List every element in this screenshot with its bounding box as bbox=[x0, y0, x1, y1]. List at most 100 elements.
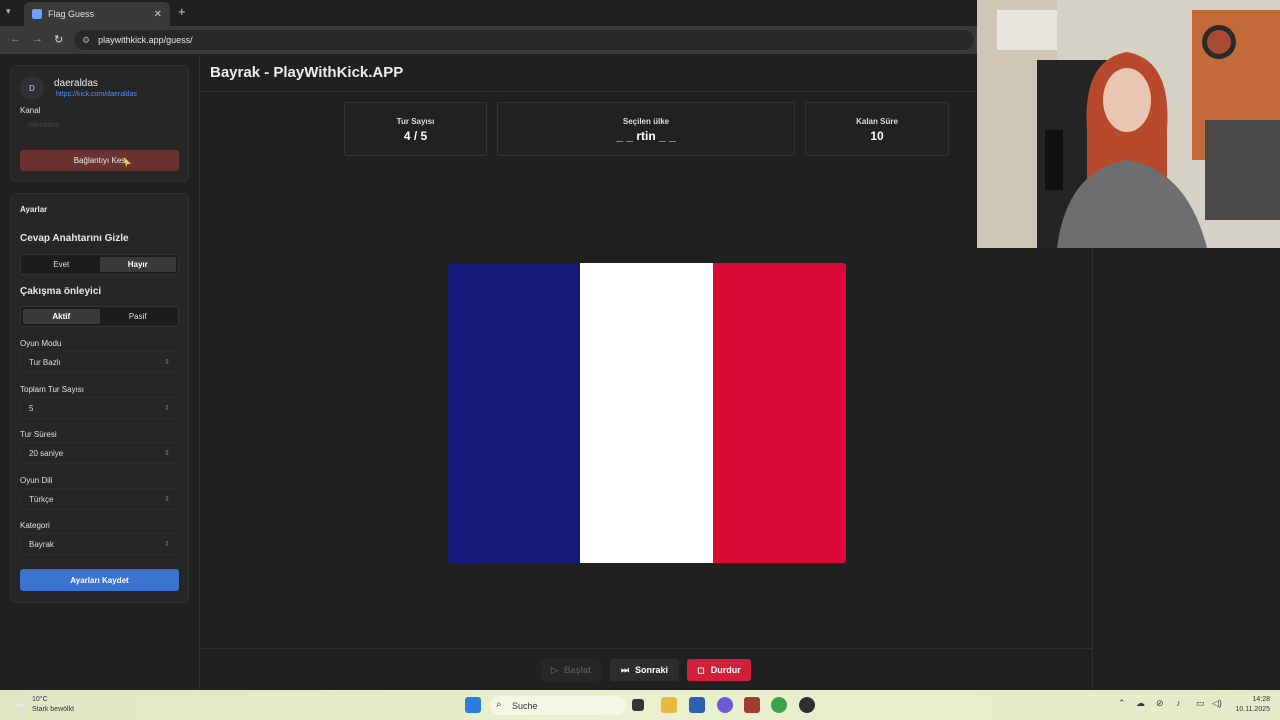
start-button[interactable]: ▷ Başlat bbox=[541, 659, 601, 681]
round-stat-value: 4 / 5 bbox=[403, 129, 428, 143]
right-divider bbox=[1092, 248, 1093, 690]
hide-answer-label: Cevap Anahtarını Gizle bbox=[20, 233, 129, 244]
channel-name: daeraldas bbox=[54, 78, 98, 89]
tab-title: Flag Guess bbox=[48, 9, 95, 19]
game-mode-value: Tur Bazlı bbox=[29, 357, 61, 367]
round-stat: Tur Sayısı 4 / 5 bbox=[344, 102, 487, 156]
stop-icon: ◻ bbox=[697, 664, 705, 675]
file-explorer-icon[interactable] bbox=[661, 697, 677, 713]
header-divider bbox=[199, 91, 977, 92]
channel-link[interactable]: https://kick.com/daeraldas bbox=[56, 91, 137, 98]
app-icon[interactable] bbox=[744, 697, 760, 713]
stop-label: Durdur bbox=[710, 665, 741, 675]
disconnect-button[interactable]: Bağlantıyı Kes bbox=[20, 150, 179, 171]
settings-title: Ayarlar bbox=[20, 205, 48, 214]
webcam-image bbox=[977, 0, 1280, 248]
game-mode-select[interactable]: Tur Bazlı ⇕ bbox=[20, 351, 179, 373]
hide-answer-no[interactable]: Hayır bbox=[99, 257, 176, 272]
weather-text: Stark bewölkt bbox=[32, 706, 75, 713]
taskbar-search-label: Suche bbox=[512, 700, 538, 711]
save-settings-button[interactable]: Ayarları Kaydet bbox=[20, 569, 179, 591]
taskbar-clock[interactable]: 14:28 10.11.2025 bbox=[1228, 695, 1270, 715]
volume-icon[interactable]: ◁) bbox=[1212, 698, 1222, 709]
reload-icon[interactable]: ↻ bbox=[54, 33, 63, 46]
play-icon: ▷ bbox=[551, 664, 558, 675]
stop-button[interactable]: ◻ Durdur bbox=[687, 659, 751, 681]
total-rounds-select[interactable]: 5 ⇕ bbox=[20, 397, 179, 419]
tray-app-icon[interactable]: ☁ bbox=[1136, 698, 1145, 709]
clock-date: 10.11.2025 bbox=[1235, 706, 1270, 713]
flag-stripe-middle bbox=[580, 263, 713, 563]
avatar: D bbox=[20, 76, 44, 100]
page-title: Bayrak - PlayWithKick.APP bbox=[210, 64, 404, 81]
flag-image bbox=[447, 263, 846, 563]
collision-label: Çakışma önleyici bbox=[20, 286, 102, 297]
close-tab-icon[interactable]: ✕ bbox=[154, 9, 162, 20]
round-stat-label: Tur Sayısı bbox=[396, 117, 435, 126]
flag-stripe-right bbox=[713, 263, 846, 563]
country-stat: Seçilen ülke _ _ rtin _ _ bbox=[497, 102, 795, 156]
tray-chevron-icon[interactable]: ⌃ bbox=[1118, 698, 1126, 709]
chevron-updown-icon: ⇕ bbox=[164, 450, 170, 457]
obs-icon[interactable] bbox=[799, 697, 815, 713]
next-label: Sonraki bbox=[635, 665, 669, 675]
messenger-icon[interactable] bbox=[717, 697, 733, 713]
clock-time: 14:28 bbox=[1252, 696, 1270, 703]
category-label: Kategori bbox=[20, 521, 50, 530]
chevron-updown-icon: ⇕ bbox=[164, 496, 170, 503]
collision-passive[interactable]: Pasif bbox=[100, 309, 177, 324]
language-value: Türkçe bbox=[29, 494, 54, 504]
round-time-value: 20 saniye bbox=[29, 448, 64, 458]
chevron-updown-icon: ⇕ bbox=[164, 359, 170, 366]
skip-icon: ⏭ bbox=[620, 664, 630, 675]
time-stat: Kalan Süre 10 bbox=[805, 102, 949, 156]
browser-tab[interactable]: Flag Guess ✕ bbox=[24, 2, 170, 26]
task-view-icon[interactable] bbox=[632, 699, 644, 711]
round-time-select[interactable]: 20 saniye ⇕ bbox=[20, 442, 179, 464]
language-label: Oyun Dili bbox=[20, 476, 53, 485]
flag-stripe-left bbox=[447, 263, 580, 563]
tab-search-icon[interactable]: ▾ bbox=[6, 6, 11, 17]
weather-widget[interactable]: 10°C Stark bewölkt bbox=[32, 695, 74, 715]
country-stat-label: Seçilen ülke bbox=[622, 117, 670, 126]
windows-start-icon[interactable] bbox=[465, 697, 481, 713]
category-select[interactable]: Bayrak ⇕ bbox=[20, 533, 179, 555]
hide-answer-toggle: Evet Hayır bbox=[20, 254, 179, 275]
microphone-icon[interactable]: ♪ bbox=[1176, 698, 1181, 708]
next-button[interactable]: ⏭ Sonraki bbox=[610, 659, 679, 681]
back-icon[interactable]: ← bbox=[10, 33, 21, 45]
address-bar[interactable]: ⚙ playwithkick.app/guess/ bbox=[74, 30, 974, 50]
tray-mute-icon[interactable]: ⊘ bbox=[1156, 698, 1164, 709]
game-mode-label: Oyun Modu bbox=[20, 339, 62, 348]
country-stat-value: _ _ rtin _ _ bbox=[616, 129, 676, 143]
sidebar-divider bbox=[199, 54, 200, 690]
total-rounds-label: Toplam Tur Sayısı bbox=[20, 385, 85, 394]
tab-favicon-icon bbox=[32, 9, 42, 19]
chrome-icon[interactable] bbox=[771, 697, 787, 713]
display-icon[interactable]: ▭ bbox=[1196, 698, 1205, 709]
chevron-updown-icon: ⇕ bbox=[164, 405, 170, 412]
weather-icon[interactable]: ☁ bbox=[14, 696, 26, 710]
webcam-overlay bbox=[977, 0, 1280, 248]
weather-temperature: 10°C bbox=[32, 696, 48, 703]
hide-answer-yes[interactable]: Evet bbox=[23, 257, 100, 272]
footer-divider bbox=[199, 648, 1093, 649]
language-select[interactable]: Türkçe ⇕ bbox=[20, 488, 179, 510]
time-stat-value: 10 bbox=[870, 129, 884, 143]
total-rounds-value: 5 bbox=[29, 403, 34, 413]
collision-active[interactable]: Aktif bbox=[23, 309, 100, 324]
round-time-label: Tur Süresi bbox=[20, 430, 57, 439]
forward-icon[interactable]: → bbox=[32, 33, 43, 45]
new-tab-icon[interactable]: + bbox=[178, 4, 186, 19]
category-value: Bayrak bbox=[29, 539, 54, 549]
site-info-icon[interactable]: ⚙ bbox=[82, 35, 90, 46]
chevron-updown-icon: ⇕ bbox=[164, 541, 170, 548]
taskbar-search[interactable]: Suche bbox=[490, 696, 626, 715]
start-label: Başlat bbox=[563, 665, 591, 675]
search-icon: ⌕ bbox=[496, 699, 502, 710]
store-icon[interactable] bbox=[689, 697, 705, 713]
channel-input[interactable]: daeraldas bbox=[20, 122, 179, 136]
time-stat-label: Kalan Süre bbox=[856, 117, 898, 126]
url-text: playwithkick.app/guess/ bbox=[98, 35, 193, 45]
channel-label: Kanal bbox=[20, 106, 41, 115]
